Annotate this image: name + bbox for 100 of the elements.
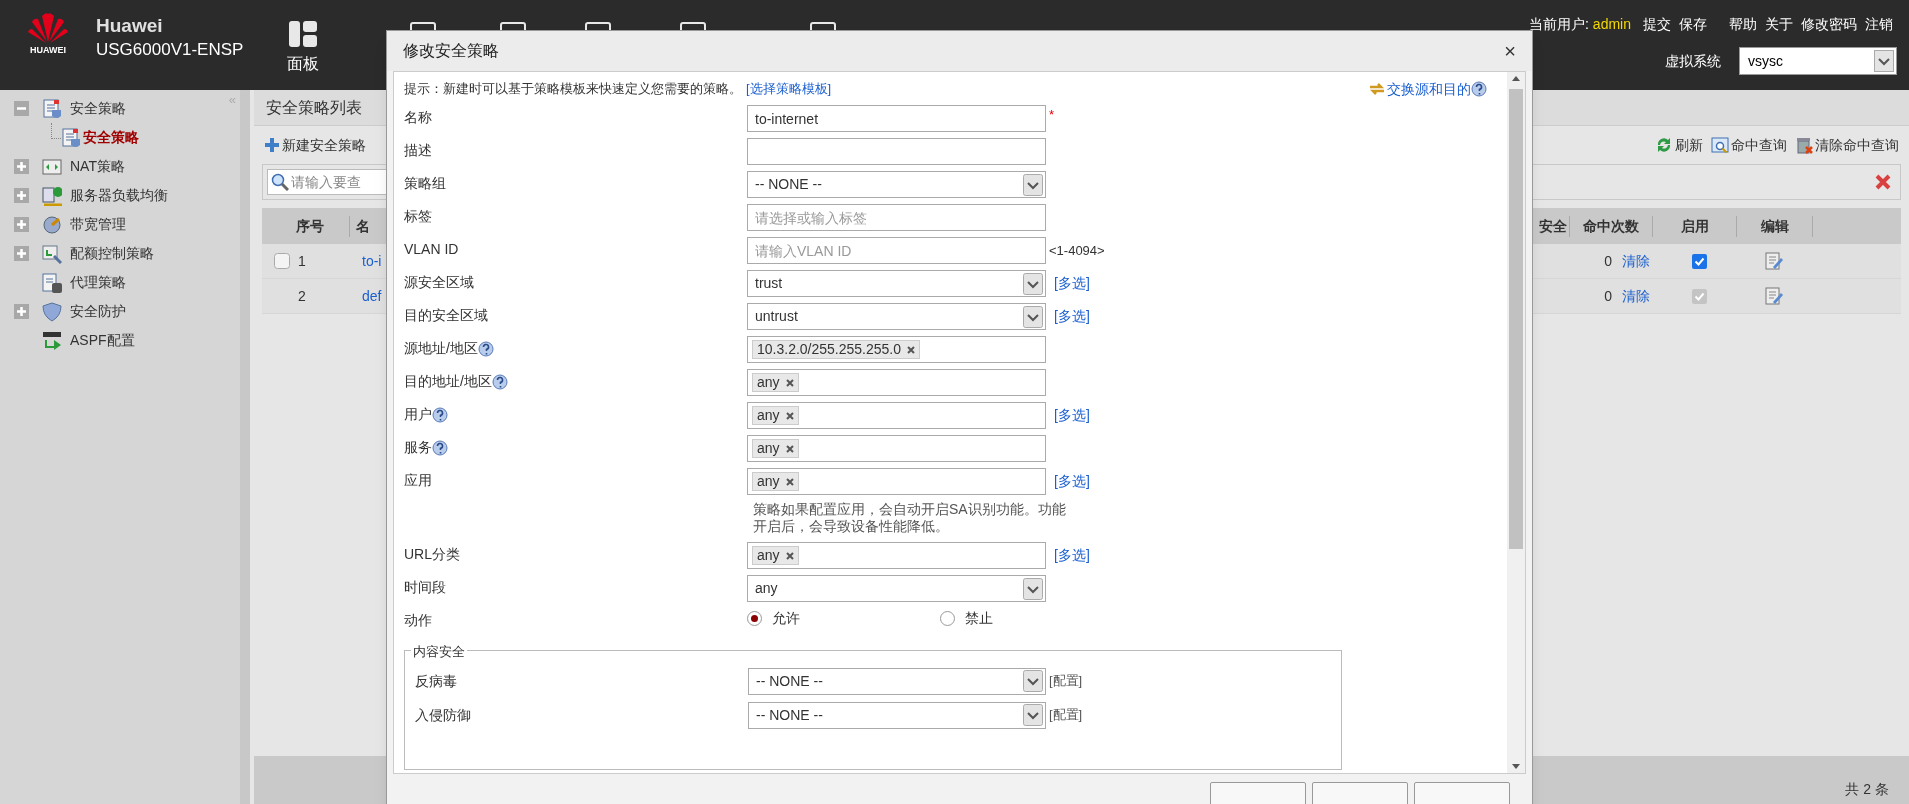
select-field[interactable]: untrust xyxy=(747,303,1046,330)
tag-field[interactable]: any xyxy=(747,468,1046,495)
multi-select-link[interactable]: [多选] xyxy=(1054,545,1090,566)
sidebar-item[interactable]: 安全策略 xyxy=(83,127,139,148)
header-link[interactable]: 提交 xyxy=(1639,14,1675,35)
toolbar-button[interactable]: 命中查询 xyxy=(1711,134,1787,156)
field-label: 反病毒 xyxy=(415,671,458,691)
column-header: 编辑 xyxy=(1737,215,1813,237)
tag-text: any xyxy=(757,472,780,491)
row-checkbox[interactable] xyxy=(274,253,290,269)
toolbar-button[interactable]: 清除命中查询 xyxy=(1795,134,1899,156)
policy-name-link[interactable]: to-i xyxy=(362,250,382,272)
username: admin xyxy=(1592,15,1631,34)
sidebar-item[interactable]: 配额控制策略 xyxy=(70,243,154,264)
field-label: 目的安全区域 xyxy=(404,306,488,325)
multi-select-link[interactable]: [多选] xyxy=(1054,471,1090,492)
text-field[interactable]: to-internet xyxy=(747,105,1046,132)
clear-link[interactable]: 清除 xyxy=(1622,285,1650,307)
template-link[interactable]: [选择策略模板] xyxy=(746,79,832,99)
scroll-up-icon[interactable] xyxy=(1512,76,1520,81)
header-link[interactable]: 保存 xyxy=(1675,14,1711,35)
multi-select-link[interactable]: [多选] xyxy=(1054,273,1090,294)
sidebar-item[interactable]: 带宽管理 xyxy=(70,214,126,235)
dropdown-icon xyxy=(1023,173,1043,196)
header-link[interactable]: 帮助 xyxy=(1725,14,1761,35)
swap-link[interactable]: 交换源和目的 xyxy=(1369,78,1471,100)
server-icon xyxy=(42,185,62,206)
configure-link[interactable]: [配置] xyxy=(1049,705,1083,725)
text-field[interactable]: 请选择或输入标签 xyxy=(747,204,1046,231)
tag-text: any xyxy=(757,373,780,392)
policy-name-link[interactable]: def xyxy=(362,285,382,307)
document-icon xyxy=(42,272,62,293)
dropdown-icon xyxy=(1023,577,1043,600)
multi-select-link[interactable]: [多选] xyxy=(1054,405,1090,426)
current-user-label: 当前用户: xyxy=(1528,15,1589,34)
select-field[interactable]: any xyxy=(747,575,1046,602)
select-field[interactable]: -- NONE -- xyxy=(748,701,1046,729)
expand-icon[interactable] xyxy=(14,217,29,232)
tag-field[interactable]: 10.3.2.0/255.255.255.0 xyxy=(747,336,1046,363)
header-link[interactable]: 修改密码 xyxy=(1797,14,1861,35)
dialog-button[interactable] xyxy=(1210,782,1306,804)
dialog-button[interactable] xyxy=(1414,782,1510,804)
field-label: 时间段 xyxy=(404,578,446,597)
dropdown-icon xyxy=(1023,704,1043,726)
tag-field[interactable]: any xyxy=(747,435,1046,462)
remove-icon xyxy=(785,444,794,453)
radio-option[interactable]: 允许 xyxy=(747,608,800,629)
tag-field[interactable]: any xyxy=(747,542,1046,569)
select-field[interactable]: -- NONE -- xyxy=(748,667,1046,695)
virtual-system-label: 虚拟系统 xyxy=(1665,51,1721,71)
clear-link[interactable]: 清除 xyxy=(1622,250,1650,272)
sidebar-item[interactable]: NAT策略 xyxy=(70,156,125,177)
new-policy-button[interactable]: 新建安全策略 xyxy=(264,134,366,156)
enable-checkbox[interactable] xyxy=(1692,288,1707,304)
field-label: 策略组 xyxy=(404,174,446,193)
scrollbar-thumb[interactable] xyxy=(1509,89,1523,549)
sidebar-item[interactable]: 代理策略 xyxy=(70,272,126,293)
radio-option[interactable]: 禁止 xyxy=(940,608,993,629)
expand-icon[interactable] xyxy=(14,188,29,203)
remove-icon xyxy=(785,551,794,560)
sidebar-item[interactable]: 服务器负载均衡 xyxy=(70,185,168,206)
radio-button[interactable] xyxy=(747,611,762,626)
remove-icon xyxy=(907,345,916,354)
dialog-button[interactable] xyxy=(1312,782,1408,804)
text-field[interactable] xyxy=(747,138,1046,165)
tag-field[interactable]: any xyxy=(747,402,1046,429)
refresh-icon xyxy=(1655,136,1673,154)
plus-icon xyxy=(264,137,280,153)
multi-select-link[interactable]: [多选] xyxy=(1054,306,1090,327)
logo-text: HUAWEI xyxy=(30,44,66,57)
expand-icon[interactable] xyxy=(14,246,29,261)
scroll-down-icon[interactable] xyxy=(1512,764,1520,769)
radio-button[interactable] xyxy=(940,611,955,626)
tag-field[interactable]: any xyxy=(747,369,1046,396)
sidebar-item[interactable]: ASPF配置 xyxy=(70,330,135,351)
column-header: 名 xyxy=(356,216,370,236)
enable-checkbox[interactable] xyxy=(1692,253,1707,269)
select-field[interactable]: -- NONE -- xyxy=(747,171,1046,198)
header-link[interactable]: 注销 xyxy=(1861,14,1897,35)
trash-icon xyxy=(1795,136,1813,154)
swap-icon xyxy=(1369,82,1385,96)
radio-label: 禁止 xyxy=(965,609,993,628)
text-field[interactable]: 请输入VLAN ID xyxy=(747,237,1046,264)
sidebar-item[interactable]: 安全策略 xyxy=(70,98,126,119)
select-field[interactable]: trust xyxy=(747,270,1046,297)
tag-text: any xyxy=(757,546,780,565)
edit-icon[interactable] xyxy=(1765,287,1783,305)
dropdown-icon xyxy=(1023,272,1043,295)
hint-text: 提示：新建时可以基于策略模板来快速定义您需要的策略。 xyxy=(404,80,742,99)
toolbar-button[interactable]: 刷新 xyxy=(1655,134,1703,156)
expand-icon[interactable] xyxy=(14,304,29,319)
sidebar-item[interactable]: 安全防护 xyxy=(70,301,126,322)
collapse-icon[interactable] xyxy=(14,101,29,116)
edit-icon[interactable] xyxy=(1765,252,1783,270)
expand-icon[interactable] xyxy=(14,159,29,174)
header-link[interactable]: 关于 xyxy=(1761,14,1797,35)
configure-link[interactable]: [配置] xyxy=(1049,671,1083,691)
virtual-system-select[interactable]: vsysc xyxy=(1739,47,1897,75)
dashboard-tab[interactable]: 面板 xyxy=(287,20,320,76)
close-button[interactable]: × xyxy=(1504,41,1516,61)
